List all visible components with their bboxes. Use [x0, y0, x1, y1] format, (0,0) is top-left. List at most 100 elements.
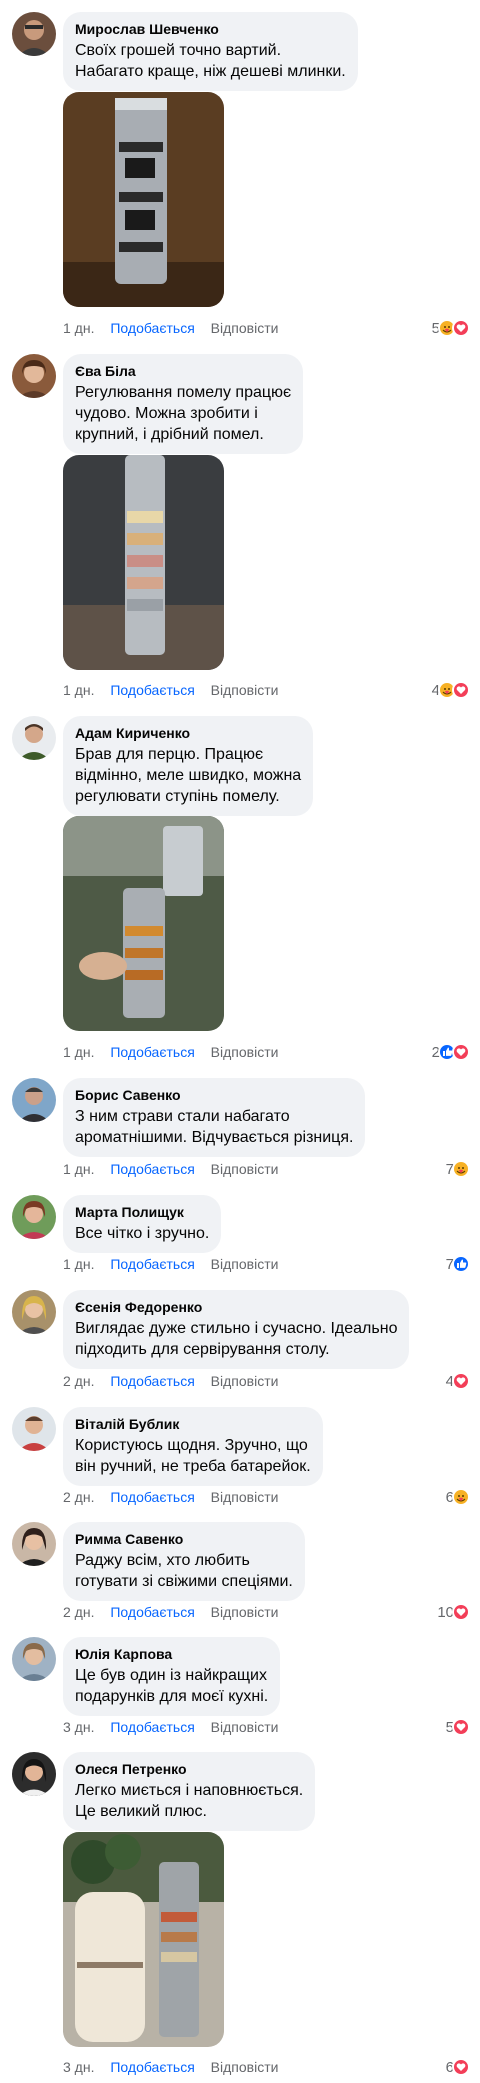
comment-time[interactable]: 3 дн. — [63, 1717, 94, 1737]
comment-author[interactable]: Олеся Петренко — [75, 1760, 303, 1778]
comment-actions: 1 дн. Подобається Відповісти — [63, 680, 290, 700]
comment-time[interactable]: 1 дн. — [63, 680, 94, 700]
love-reaction-icon — [452, 681, 470, 699]
love-reaction-icon — [452, 1603, 470, 1621]
comment-actions: 2 дн. Подобається Відповісти — [63, 1371, 290, 1391]
comment-bubble: Марта Полищук Все чітко і зручно. — [63, 1195, 222, 1253]
like-button[interactable]: Подобається — [110, 1371, 194, 1391]
reply-button[interactable]: Відповісти — [211, 1254, 279, 1274]
comment-actions: 3 дн. Подобається Відповісти — [63, 2057, 290, 2077]
comment-time[interactable]: 1 дн. — [63, 1254, 94, 1274]
avatar[interactable] — [12, 716, 56, 760]
comment-author[interactable]: Єсенія Федоренко — [75, 1298, 397, 1316]
comment-text: Все чітко і зручно. — [75, 1225, 210, 1242]
reactions-summary[interactable]: 6 — [446, 1487, 470, 1507]
reply-button[interactable]: Відповісти — [211, 318, 279, 338]
reply-button[interactable]: Відповісти — [211, 1717, 279, 1737]
reactions-summary[interactable]: 2 — [432, 1042, 470, 1062]
reply-button[interactable]: Відповісти — [211, 1487, 279, 1507]
reactions-summary[interactable]: 10 — [437, 1602, 470, 1622]
care-reaction-icon — [452, 1488, 470, 1506]
avatar[interactable] — [12, 1078, 56, 1122]
reactions-summary[interactable]: 7 — [446, 1254, 470, 1274]
comment-actions: 2 дн. Подобається Відповісти — [63, 1602, 290, 1622]
reply-button[interactable]: Відповісти — [211, 1159, 279, 1179]
like-button[interactable]: Подобається — [110, 680, 194, 700]
like-button[interactable]: Подобається — [110, 1602, 194, 1622]
comment-bubble: Олеся Петренко Легко миється і наповнюєт… — [63, 1752, 316, 1831]
avatar[interactable] — [12, 1407, 56, 1451]
reply-button[interactable]: Відповісти — [211, 1602, 279, 1622]
comment-text: Раджу всім, хто любить готувати зі свіжи… — [75, 1552, 293, 1590]
comment-text: Виглядає дуже стильно і сучасно. Ідеальн… — [75, 1320, 398, 1358]
comment-text: З ним страви стали набагато ароматнішими… — [75, 1108, 354, 1146]
comment-bubble: Юлія Карпова Це був один із найкращих по… — [63, 1637, 281, 1716]
reply-button[interactable]: Відповісти — [211, 1371, 279, 1391]
comment-photo[interactable] — [63, 1832, 224, 2047]
love-reaction-icon — [452, 319, 470, 337]
reactions-summary[interactable]: 5 — [432, 318, 470, 338]
comment-author[interactable]: Адам Кириченко — [75, 724, 301, 742]
like-button[interactable]: Подобається — [110, 1717, 194, 1737]
avatar[interactable] — [12, 1637, 56, 1681]
like-reaction-icon — [452, 1255, 470, 1273]
comment-time[interactable]: 1 дн. — [63, 1042, 94, 1062]
like-button[interactable]: Подобається — [110, 1159, 194, 1179]
comment-time[interactable]: 1 дн. — [63, 318, 94, 338]
care-reaction-icon — [452, 1160, 470, 1178]
comment-bubble: Борис Савенко З ним страви стали набагат… — [63, 1078, 366, 1157]
comment-author[interactable]: Мирослав Шевченко — [75, 20, 346, 38]
avatar[interactable] — [12, 1522, 56, 1566]
reactions-summary[interactable]: 4 — [432, 680, 470, 700]
comment-author[interactable]: Віталій Бублик — [75, 1415, 311, 1433]
comment-photo[interactable] — [63, 92, 224, 307]
avatar[interactable] — [12, 12, 56, 56]
comment-author[interactable]: Марта Полищук — [75, 1203, 209, 1221]
comment-author[interactable]: Юлія Карпова — [75, 1645, 268, 1663]
comment-author[interactable]: Єва Біла — [75, 362, 291, 380]
reply-button[interactable]: Відповісти — [211, 1042, 279, 1062]
comment-time[interactable]: 2 дн. — [63, 1487, 94, 1507]
like-button[interactable]: Подобається — [110, 1487, 194, 1507]
avatar[interactable] — [12, 354, 56, 398]
comment-photo[interactable] — [63, 816, 224, 1031]
love-reaction-icon — [452, 2058, 470, 2076]
comment-text: Користуюсь щодня. Зручно, що він ручний,… — [75, 1437, 311, 1475]
reactions-summary[interactable]: 7 — [446, 1159, 470, 1179]
love-reaction-icon — [452, 1043, 470, 1061]
like-button[interactable]: Подобається — [110, 1254, 194, 1274]
comment-bubble: Мирослав Шевченко Своїх грошей точно вар… — [63, 12, 358, 91]
avatar[interactable] — [12, 1290, 56, 1334]
reactions-summary[interactable]: 5 — [446, 1717, 470, 1737]
reply-button[interactable]: Відповісти — [211, 2057, 279, 2077]
comment-bubble: Адам Кириченко Брав для перцю. Працює ві… — [63, 716, 314, 816]
comment-actions: 1 дн. Подобається Відповісти — [63, 1159, 290, 1179]
comment-text: Брав для перцю. Працює відмінно, меле шв… — [75, 746, 302, 805]
comment-text: Легко миється і наповнюється. Це великий… — [75, 1782, 304, 1820]
like-button[interactable]: Подобається — [110, 2057, 194, 2077]
reactions-summary[interactable]: 6 — [446, 2057, 470, 2077]
comment-bubble: Римма Савенко Раджу всім, хто любить гот… — [63, 1522, 305, 1601]
comment-time[interactable]: 2 дн. — [63, 1371, 94, 1391]
like-button[interactable]: Подобається — [110, 318, 194, 338]
like-button[interactable]: Подобається — [110, 1042, 194, 1062]
comment-author[interactable]: Римма Савенко — [75, 1530, 293, 1548]
comment-text: Регулювання помелу працює чудово. Можна … — [75, 384, 292, 443]
comment-time[interactable]: 1 дн. — [63, 1159, 94, 1179]
comment-actions: 3 дн. Подобається Відповісти — [63, 1717, 290, 1737]
avatar[interactable] — [12, 1195, 56, 1239]
comment-author[interactable]: Борис Савенко — [75, 1086, 353, 1104]
reactions-summary[interactable]: 4 — [446, 1371, 470, 1391]
comment-time[interactable]: 3 дн. — [63, 2057, 94, 2077]
comment-bubble: Віталій Бублик Користуюсь щодня. Зручно,… — [63, 1407, 323, 1486]
comment-bubble: Єва Біла Регулювання помелу працює чудов… — [63, 354, 304, 454]
comment-time[interactable]: 2 дн. — [63, 1602, 94, 1622]
love-reaction-icon — [452, 1718, 470, 1736]
comments-feed: Мирослав Шевченко Своїх грошей точно вар… — [0, 0, 480, 2083]
reply-button[interactable]: Відповісти — [211, 680, 279, 700]
comment-actions: 1 дн. Подобається Відповісти — [63, 318, 290, 338]
comment-photo[interactable] — [63, 455, 224, 670]
comment-text: Своїх грошей точно вартий. Набагато кращ… — [75, 42, 346, 80]
avatar[interactable] — [12, 1752, 56, 1796]
comment-bubble: Єсенія Федоренко Виглядає дуже стильно і… — [63, 1290, 410, 1369]
